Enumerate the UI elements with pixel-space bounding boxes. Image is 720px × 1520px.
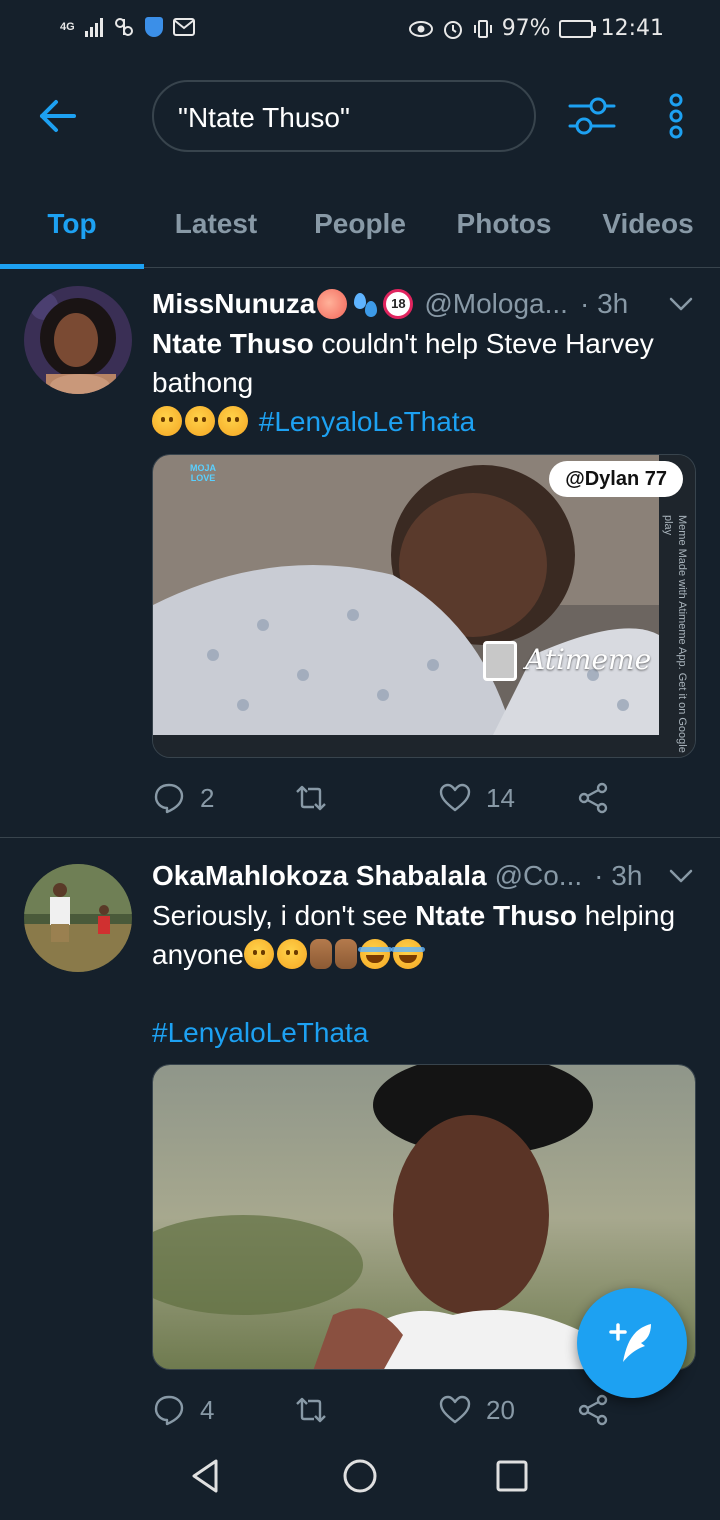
retweet-icon	[296, 1397, 326, 1423]
search-tabs: Top Latest People Photos Videos	[0, 180, 720, 269]
crossed-fingers-emoji	[334, 939, 357, 969]
author-handle[interactable]: @Co...	[495, 860, 583, 892]
like-button[interactable]: 20	[438, 1388, 515, 1432]
no-under-eighteen-emoji: 18	[383, 289, 414, 319]
reply-button[interactable]: 2	[152, 776, 214, 820]
tweet[interactable]: MissNunuza 18 @Mologa... · 3h Ntate Thus…	[0, 268, 720, 838]
vibrate-icon	[473, 19, 492, 38]
tears-of-joy-emoji	[390, 939, 425, 969]
moja-love-logo: MOJA LOVE	[189, 463, 216, 483]
tab-people[interactable]: People	[288, 180, 432, 268]
chevron-down-icon[interactable]	[666, 289, 696, 319]
highlighted-term: Ntate Thuso	[415, 900, 577, 931]
tweet-actions: 2 14	[152, 776, 652, 820]
tab-top[interactable]: Top	[0, 180, 144, 269]
atimeme-watermark: Atimeme	[525, 643, 652, 676]
heart-icon	[439, 1395, 471, 1424]
reply-button[interactable]: 4	[152, 1388, 214, 1432]
share-button[interactable]	[576, 776, 610, 820]
meme-side-credit: Meme Made with Atimeme App. Get it on Go…	[662, 515, 688, 753]
hashtag-link[interactable]: #LenyaloLeThata	[259, 406, 475, 437]
tweet-text: Seriously, i don't see Ntate Thuso helpi…	[152, 896, 696, 1052]
tweet-header: MissNunuza 18 @Mologa... · 3h	[152, 284, 696, 324]
meme-image	[153, 455, 695, 757]
heart-icon	[439, 783, 471, 812]
mail-icon	[172, 18, 195, 36]
alarm-icon	[443, 20, 462, 39]
avatar-image	[24, 286, 132, 394]
tweet-text-start: Seriously, i don't see	[152, 900, 416, 931]
status-left: 4G	[60, 16, 195, 38]
network-type: 4G	[60, 20, 75, 33]
tears-of-joy-emoji	[357, 939, 392, 969]
system-nav-bar	[0, 1430, 720, 1520]
reply-count: 2	[200, 782, 215, 813]
speech-bubble-icon	[154, 783, 184, 814]
tweet-media[interactable]: MOJA LOVE @Dylan 77 Meme Made with Atime…	[152, 454, 696, 758]
share-button[interactable]	[576, 1388, 610, 1432]
chevron-down-icon[interactable]	[666, 861, 696, 891]
feather-plus-icon	[609, 1323, 651, 1362]
tab-latest[interactable]: Latest	[144, 180, 288, 268]
like-count: 14	[486, 782, 515, 813]
author-name[interactable]: OkaMahlokoza Shabalala	[152, 860, 487, 892]
shield-icon	[144, 17, 163, 37]
author-handle[interactable]: @Mologa...	[424, 288, 568, 320]
retweet-icon	[296, 785, 326, 811]
author-name[interactable]: MissNunuza	[152, 288, 315, 320]
search-input[interactable]: "Ntate Thuso"	[152, 80, 536, 152]
clock: 12:41	[600, 16, 664, 41]
sliders-icon[interactable]	[566, 94, 618, 138]
tab-videos[interactable]: Videos	[576, 180, 720, 268]
share-icon	[578, 782, 608, 814]
reply-count: 4	[200, 1394, 215, 1425]
crying-face-emoji	[185, 406, 215, 436]
like-count: 20	[486, 1394, 515, 1425]
tab-photos[interactable]: Photos	[432, 180, 576, 268]
compose-tweet-button[interactable]	[577, 1288, 687, 1398]
hand-over-mouth-emoji	[276, 939, 307, 969]
arrow-left-icon[interactable]	[34, 92, 82, 140]
tweet-header: OkaMahlokoza Shabalala @Co... · 3h	[152, 856, 696, 896]
sweat-droplets-emoji	[350, 289, 380, 319]
retweet-button[interactable]	[294, 1388, 342, 1432]
search-header: "Ntate Thuso"	[0, 62, 720, 180]
nav-home-icon[interactable]	[340, 1456, 380, 1496]
tweet-text: Ntate Thuso couldn't help Steve Harvey b…	[152, 324, 696, 441]
hashtag-link[interactable]: #LenyaloLeThata	[152, 1017, 368, 1048]
peach-emoji	[317, 289, 348, 319]
status-bar: 4G 97% 12:41	[0, 0, 720, 62]
retweet-button[interactable]	[294, 776, 342, 820]
avatar[interactable]	[24, 286, 132, 394]
battery-icon	[558, 19, 596, 38]
signal-icon	[84, 17, 103, 37]
like-button[interactable]: 14	[438, 776, 515, 820]
hand-over-mouth-emoji	[243, 939, 274, 969]
atimeme-logo-icon	[483, 641, 517, 681]
speech-bubble-icon	[154, 1395, 184, 1426]
crying-face-emoji	[218, 406, 248, 436]
battery-percent: 97%	[501, 16, 551, 41]
nav-back-icon[interactable]	[186, 1456, 226, 1496]
meme-credit-tag: @Dylan 77	[549, 461, 683, 497]
highlighted-term: Ntate Thuso	[152, 328, 314, 359]
share-icon	[578, 1394, 608, 1426]
avatar[interactable]	[24, 864, 132, 972]
crying-face-emoji	[152, 406, 182, 436]
avatar-image	[24, 864, 132, 972]
search-query: "Ntate Thuso"	[178, 102, 350, 133]
eye-icon	[408, 20, 433, 37]
tweet-time: · 3h	[579, 288, 629, 319]
tweet-time: · 3h	[594, 860, 643, 891]
vertical-dots-icon[interactable]	[660, 92, 692, 140]
nav-recents-icon[interactable]	[492, 1456, 532, 1496]
tweet-actions: 4 20	[152, 1388, 652, 1432]
link-icon	[114, 18, 133, 36]
status-right: 97% 12:41	[408, 16, 664, 41]
crossed-fingers-emoji	[309, 939, 332, 969]
